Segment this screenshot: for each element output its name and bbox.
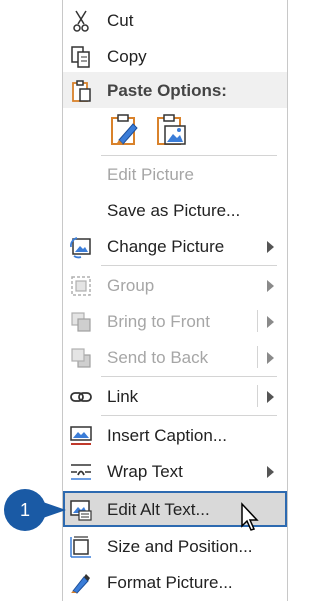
menu-item-group: Group	[63, 267, 287, 303]
menu-item-label: Bring to Front	[107, 312, 210, 331]
split-divider	[257, 346, 258, 368]
menu-item-change-picture[interactable]: Change Picture	[63, 228, 287, 264]
split-divider	[257, 310, 258, 332]
menu-item-wrap-text[interactable]: Wrap Text	[63, 453, 287, 489]
bring-to-front-icon	[71, 312, 91, 332]
paste-option-picture[interactable]	[153, 112, 189, 148]
menu-item-link[interactable]: Link	[63, 378, 287, 414]
submenu-arrow-icon	[267, 280, 274, 292]
menu-item-label: Wrap Text	[107, 462, 183, 481]
paste-keep-source-formatting-icon	[111, 114, 138, 145]
step-callout-badge: 1	[4, 489, 46, 531]
menu-item-label: Save as Picture...	[107, 201, 241, 220]
insert-caption-icon	[70, 426, 92, 445]
menu-item-label: Send to Back	[107, 348, 209, 367]
send-to-back-icon	[71, 348, 91, 368]
menu-item-label: Insert Caption...	[107, 426, 228, 445]
format-picture-icon	[71, 574, 90, 594]
menu-item-label: Group	[107, 276, 155, 295]
menu-separator	[101, 265, 277, 266]
menu-item-send-to-back: Send to Back	[63, 339, 287, 375]
paste-as-picture-icon	[157, 114, 186, 145]
group-icon	[71, 276, 91, 296]
menu-item-size-and-position[interactable]: Size and Position...	[63, 528, 287, 564]
menu-item-label: Copy	[107, 47, 147, 66]
menu-item-label: Edit Alt Text...	[107, 500, 210, 519]
split-divider	[257, 385, 258, 407]
menu-item-label: Change Picture	[107, 237, 225, 256]
submenu-arrow-icon	[267, 466, 274, 478]
submenu-arrow-icon	[267, 241, 274, 253]
paste-options-header: Paste Options:	[63, 72, 287, 108]
change-picture-icon	[70, 237, 91, 259]
wrap-text-icon	[71, 464, 91, 480]
menu-item-format-picture[interactable]: Format Picture...	[63, 564, 287, 600]
submenu-arrow-icon	[267, 352, 274, 364]
clipboard-icon	[72, 80, 91, 102]
submenu-arrow-icon	[267, 391, 274, 403]
menu-separator	[101, 415, 277, 416]
paste-option-keep-source[interactable]	[107, 112, 143, 148]
submenu-arrow-icon	[267, 316, 274, 328]
menu-item-label: Format Picture...	[107, 573, 233, 592]
alt-text-icon	[70, 500, 92, 521]
menu-item-label: Size and Position...	[107, 537, 253, 556]
menu-item-bring-to-front: Bring to Front	[63, 303, 287, 339]
link-icon	[70, 392, 92, 402]
menu-item-edit-picture: Edit Picture	[63, 156, 287, 192]
menu-item-save-as-picture[interactable]: Save as Picture...	[63, 192, 287, 228]
menu-item-label: Cut	[107, 11, 134, 30]
paste-options-label: Paste Options:	[107, 81, 227, 100]
scissors-icon	[73, 10, 89, 32]
menu-item-insert-caption[interactable]: Insert Caption...	[63, 417, 287, 453]
menu-separator	[101, 376, 277, 377]
menu-item-copy[interactable]: Copy	[63, 38, 287, 74]
size-position-icon	[70, 536, 91, 558]
copy-icon	[71, 46, 90, 68]
menu-item-cut[interactable]: Cut	[63, 2, 287, 38]
menu-item-label: Link	[107, 387, 139, 406]
mouse-cursor-icon	[241, 502, 259, 531]
menu-item-label: Edit Picture	[107, 165, 194, 184]
